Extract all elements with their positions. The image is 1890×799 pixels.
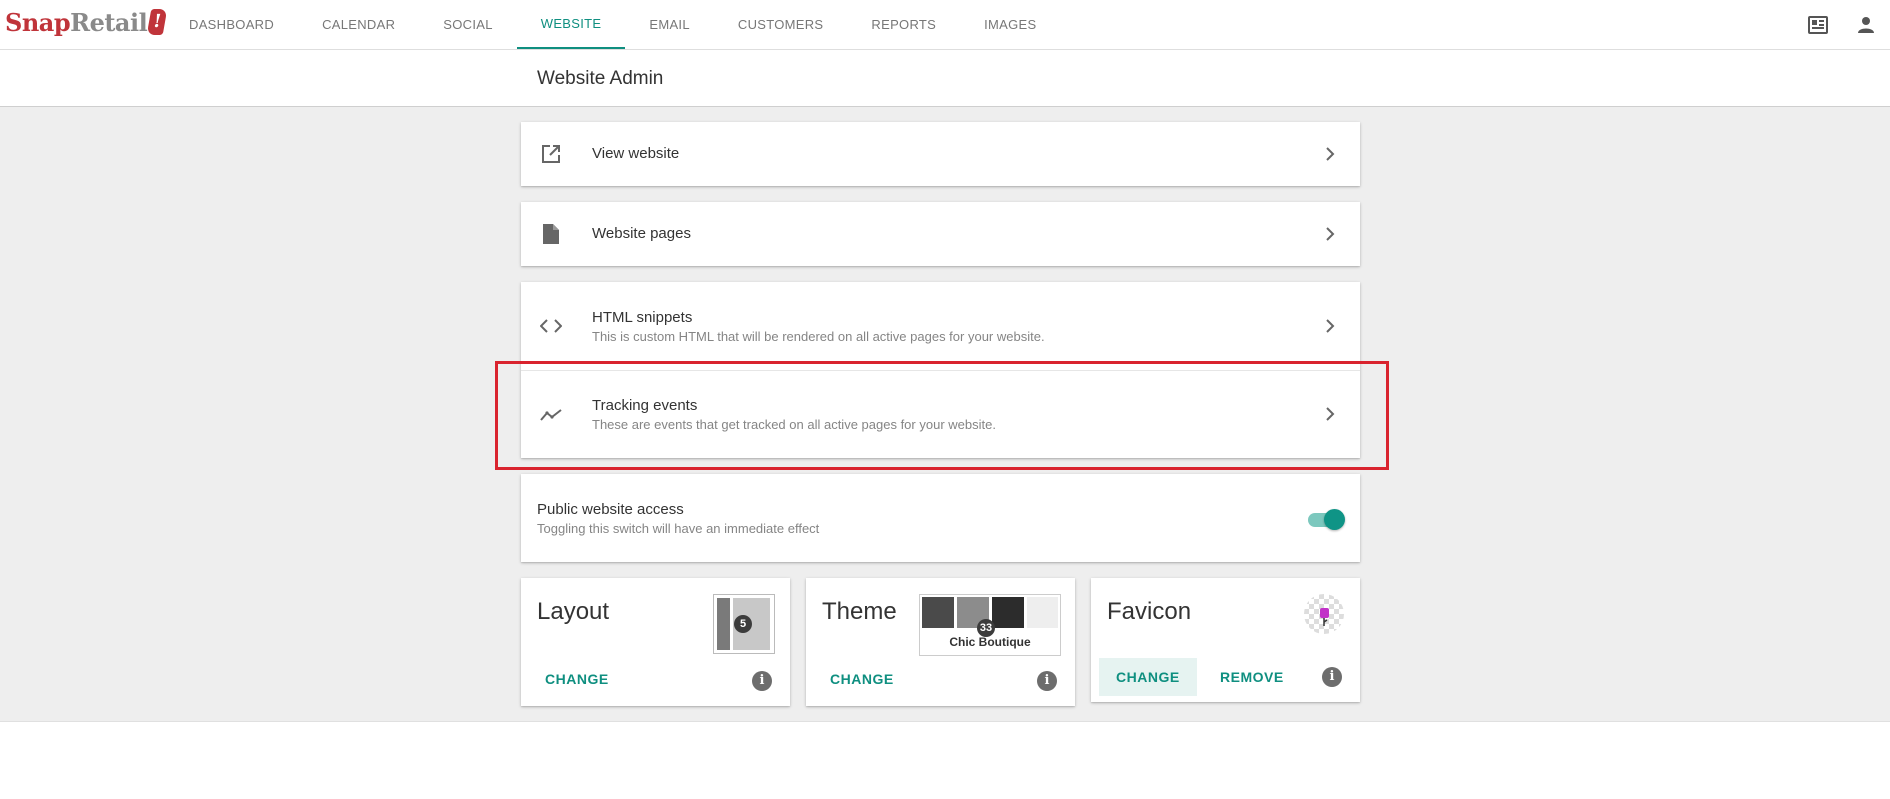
html-snippets-subtitle: This is custom HTML that will be rendere… [592,329,1045,344]
html-snippets-row[interactable]: HTML snippets This is custom HTML that w… [521,282,1360,370]
layout-preview[interactable]: 5 [713,594,775,654]
page-header: Website Admin [0,50,1890,107]
info-icon[interactable]: i [1037,671,1057,691]
theme-swatch [992,597,1024,628]
toggle-knob [1324,509,1345,530]
layout-change-button[interactable]: CHANGE [528,660,626,698]
theme-change-button[interactable]: CHANGE [813,660,911,698]
favicon-preview[interactable] [1304,594,1344,634]
nav-website[interactable]: WEBSITE [516,0,626,49]
layout-badge: 5 [734,615,752,633]
public-access-toggle[interactable] [1308,509,1345,531]
view-website-row[interactable]: View website [521,122,1360,186]
nav-dashboard[interactable]: DASHBOARD [165,0,298,49]
public-access-card: Public website access Toggling this swit… [521,474,1360,562]
nav-calendar[interactable]: CALENDAR [298,0,419,49]
code-icon [537,312,565,340]
theme-title: Theme [822,598,897,625]
store-directory-icon[interactable] [1794,0,1842,49]
page-title: Website Admin [537,68,664,89]
info-icon[interactable]: i [752,671,772,691]
favicon-title: Favicon [1107,598,1192,625]
flower-icon [1320,608,1329,626]
account-icon[interactable] [1842,0,1890,49]
snapretail-logo[interactable]: Snap Retail! [5,6,168,38]
favicon-card: Favicon CHANGE REMOVE i [1091,578,1360,702]
top-navigation-bar: Snap Retail! DASHBOARD CALENDAR SOCIAL WE… [0,0,1890,50]
logo-text-retail: Retail [70,7,148,37]
layout-title: Layout [537,598,610,625]
favicon-change-button[interactable]: CHANGE [1099,658,1197,696]
chevron-right-icon [1320,316,1340,336]
nav-reports[interactable]: REPORTS [847,0,960,49]
html-snippets-title: HTML snippets [592,309,693,326]
chevron-right-icon [1320,144,1340,164]
theme-card: Theme 33 Chic Boutique CHANGE i [806,578,1075,706]
view-website-card: View website [521,122,1360,186]
document-icon [537,220,565,248]
info-icon[interactable]: i [1322,667,1342,687]
nav-right-actions [1794,0,1890,49]
public-access-subtitle: Toggling this switch will have an immedi… [537,521,820,536]
website-pages-row[interactable]: Website pages [521,202,1360,266]
nav-images[interactable]: IMAGES [960,0,1060,49]
view-website-title: View website [592,145,680,162]
nav-customers[interactable]: CUSTOMERS [714,0,848,49]
highlight-box [495,361,1389,470]
nav-social[interactable]: SOCIAL [419,0,516,49]
chevron-right-icon [1320,224,1340,244]
website-pages-title: Website pages [592,225,691,242]
theme-preview[interactable]: 33 Chic Boutique [919,594,1061,656]
main-nav: DASHBOARD CALENDAR SOCIAL WEBSITE EMAIL … [165,0,1061,49]
website-pages-card: Website pages [521,202,1360,266]
open-in-new-icon [537,140,565,168]
layout-card: Layout 5 CHANGE i [521,578,790,706]
nav-email[interactable]: EMAIL [625,0,714,49]
theme-swatch [922,597,954,628]
theme-name: Chic Boutique [949,635,1031,649]
logo-text-snap: Snap [5,7,71,37]
public-access-title: Public website access [537,501,684,518]
favicon-remove-button[interactable]: REMOVE [1203,658,1301,696]
theme-swatch [1027,597,1058,628]
